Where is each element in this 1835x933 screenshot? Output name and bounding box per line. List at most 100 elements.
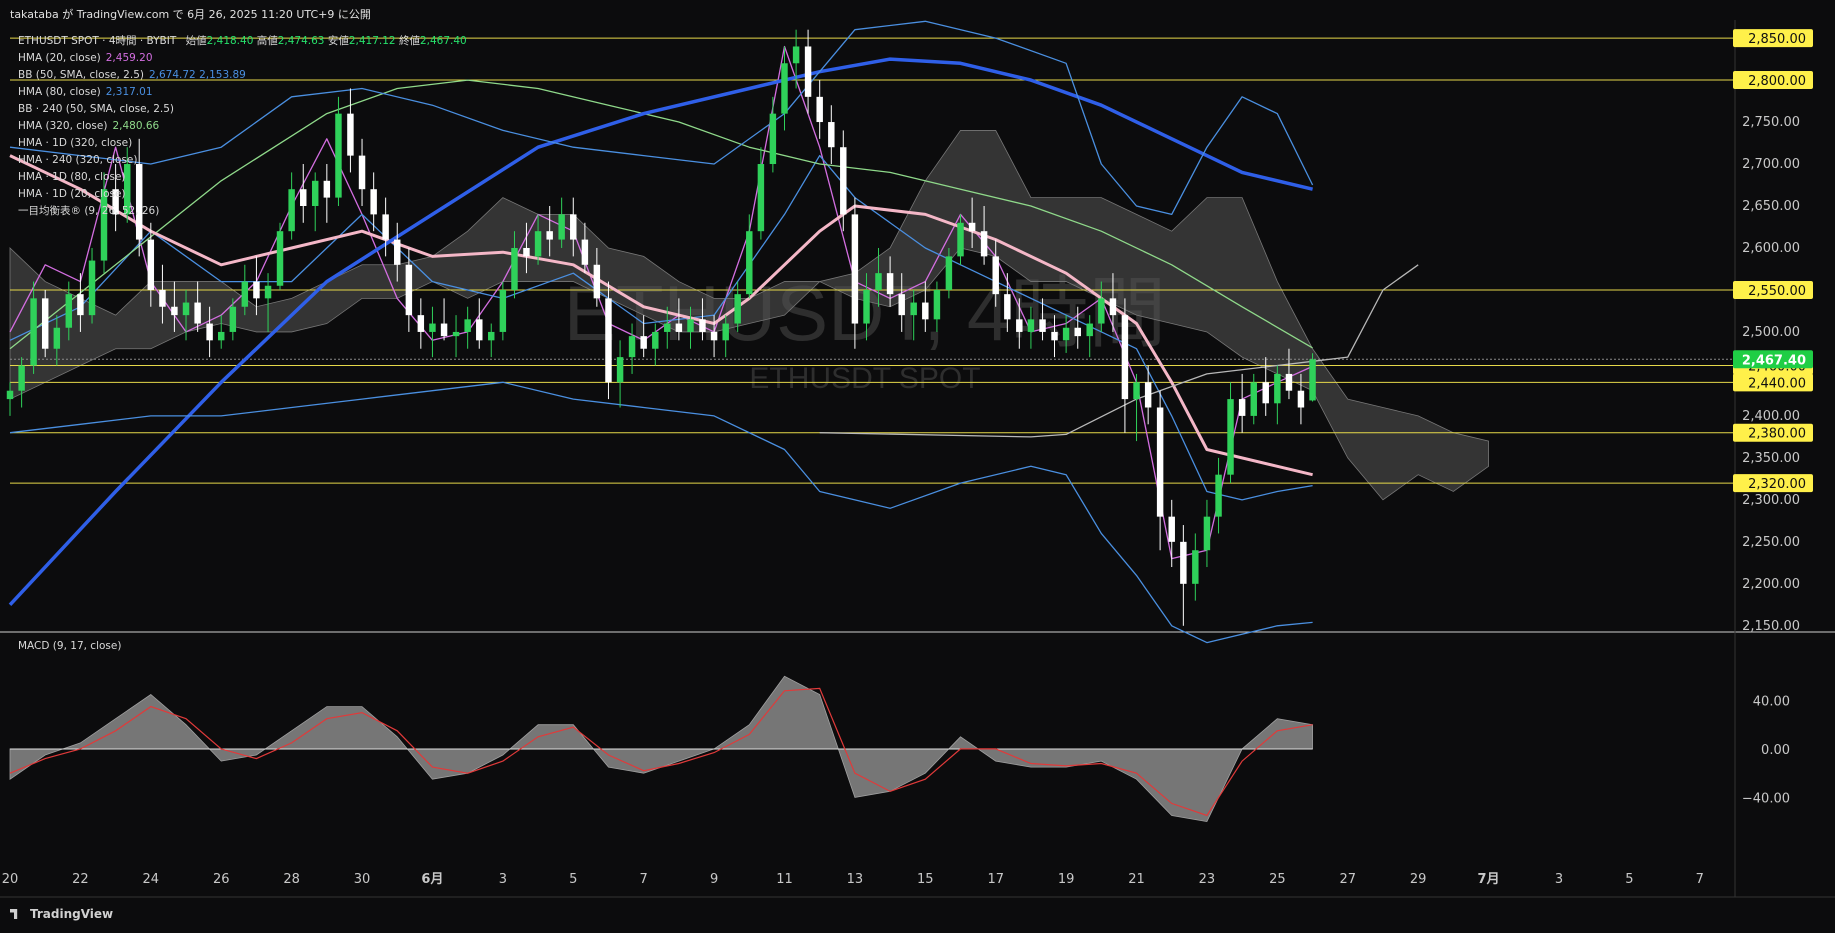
candle-body — [675, 323, 683, 332]
candle-body — [699, 319, 706, 332]
tradingview-logo-icon — [10, 909, 18, 919]
time-tick-label: 20 — [2, 872, 19, 887]
candle-body — [757, 164, 765, 232]
legend-indicator-row[interactable]: HMA · 1D (80, close) — [18, 169, 467, 186]
candle-body — [1215, 474, 1222, 517]
candle-body — [1168, 516, 1175, 542]
candle-body — [452, 331, 460, 337]
price-tick-label: 2,250.00 — [1742, 535, 1800, 550]
low-value: 2,417.12 — [348, 35, 396, 47]
candle-body — [945, 256, 953, 290]
candle-body — [534, 231, 542, 257]
time-tick-label: 9 — [710, 872, 718, 887]
candle-body — [1262, 382, 1269, 404]
legend-indicator-row[interactable]: HMA (320, close) 2,480.66 — [18, 118, 467, 135]
time-tick-label: 5 — [1625, 872, 1633, 887]
candle-body — [429, 323, 436, 332]
candle-body — [816, 96, 823, 123]
time-tick-label: 3 — [1555, 872, 1563, 887]
macd-tick-label: 40.00 — [1753, 695, 1790, 710]
candle-body — [18, 365, 25, 391]
candle-body — [1144, 382, 1152, 408]
candle-body — [1274, 373, 1281, 404]
legend-indicator-row[interactable]: BB · 240 (50, SMA, close, 2.5) — [18, 101, 467, 118]
candle-body — [440, 323, 448, 337]
indicator-legend: ETHUSDT SPOT · 4時間 · BYBIT 始値2,418.40 高値… — [18, 33, 467, 220]
candle-body — [980, 231, 988, 257]
candle-body — [171, 306, 178, 316]
legend-indicator-row[interactable]: HMA (80, close) 2,317.01 — [18, 84, 467, 101]
candle-body — [992, 256, 999, 295]
candle-body — [253, 281, 260, 299]
time-tick-label: 30 — [354, 872, 371, 887]
indicator-name: HMA · 240 (320, close) — [18, 154, 138, 166]
candle-body — [863, 289, 870, 324]
candle-body — [1133, 382, 1140, 400]
indicator-value: 2,480.66 — [112, 120, 160, 132]
legend-indicator-row[interactable]: 一目均衡表® (9, 26, 52, 26) — [18, 203, 467, 220]
time-tick-label: 25 — [1269, 872, 1286, 887]
candle-body — [241, 281, 249, 307]
candle-body — [1098, 298, 1105, 324]
candle-body — [30, 298, 37, 366]
publish-info: takataba が TradingView.com で 6月 26, 2025… — [10, 8, 371, 21]
time-tick-label: 22 — [72, 872, 89, 887]
candle-body — [640, 336, 647, 349]
indicator-name: 一目均衡表® (9, 26, 52, 26) — [18, 205, 160, 217]
tradingview-brand[interactable]: TradingView — [10, 907, 113, 921]
price-tick-label: 2,500.00 — [1742, 325, 1800, 340]
candle-body — [734, 294, 741, 324]
candle-body — [851, 214, 859, 324]
candle-body — [581, 239, 589, 265]
legend-indicator-row[interactable]: HMA · 1D (320, close) — [18, 135, 467, 152]
last-price-label: 2,467.40 — [1742, 353, 1806, 368]
price-tick-label: 2,700.00 — [1742, 157, 1800, 172]
candle-body — [394, 239, 401, 265]
candle-body — [464, 319, 471, 332]
macd-panel: 40.00 0.00 −40.00 — [9, 675, 1790, 823]
candle-body — [147, 239, 155, 290]
price-tick-label: 2,650.00 — [1742, 199, 1800, 214]
level-label: 2,380.00 — [1748, 427, 1806, 442]
candle-body — [159, 289, 166, 307]
indicator-name: HMA (320, close) — [18, 120, 108, 132]
indicator-name: BB · 240 (50, SMA, close, 2.5) — [18, 103, 175, 115]
low-label: 安値 — [327, 35, 349, 47]
time-tick-label: 27 — [1339, 872, 1356, 887]
candle-body — [710, 331, 718, 341]
close-label: 終値 — [398, 35, 420, 47]
indicator-name: HMA (80, close) — [18, 86, 101, 98]
candle-body — [182, 302, 190, 316]
candle-body — [769, 113, 777, 165]
candle-body — [1297, 390, 1305, 408]
legend-indicator-row[interactable]: HMA · 1D (20, close) — [18, 186, 467, 203]
candle-body — [558, 214, 565, 240]
legend-indicator-row[interactable]: BB (50, SMA, close, 2.5) 2,674.72 2,153.8… — [18, 67, 467, 84]
level-label: 2,800.00 — [1748, 74, 1806, 89]
candle-body — [6, 390, 14, 400]
candle-body — [77, 294, 84, 316]
level-label: 2,850.00 — [1748, 32, 1806, 47]
candle-body — [605, 298, 612, 383]
candle-body — [1074, 327, 1081, 337]
legend-indicator-row[interactable]: HMA (20, close) 2,459.20 — [18, 50, 467, 67]
candle-body — [1238, 399, 1246, 416]
candle-body — [217, 331, 225, 341]
candle-body — [933, 289, 941, 320]
indicator-name: HMA · 1D (320, close) — [18, 137, 133, 149]
candle-body — [1109, 298, 1117, 316]
candle-body — [1309, 359, 1316, 401]
legend-indicator-row[interactable]: HMA · 240 (320, close) — [18, 152, 467, 169]
candle-body — [1086, 323, 1093, 337]
time-tick-label: 15 — [917, 872, 934, 887]
candle-body — [781, 63, 788, 114]
time-tick-label: 6月 — [421, 872, 443, 887]
candle-body — [804, 46, 812, 97]
candle-body — [886, 273, 894, 295]
level-label: 2,440.00 — [1748, 376, 1806, 391]
candle-body — [546, 231, 553, 240]
symbol-row[interactable]: ETHUSDT SPOT · 4時間 · BYBIT 始値2,418.40 高値… — [18, 33, 467, 50]
time-tick-label: 13 — [847, 872, 864, 887]
candle-body — [405, 264, 413, 316]
candle-body — [206, 323, 213, 341]
